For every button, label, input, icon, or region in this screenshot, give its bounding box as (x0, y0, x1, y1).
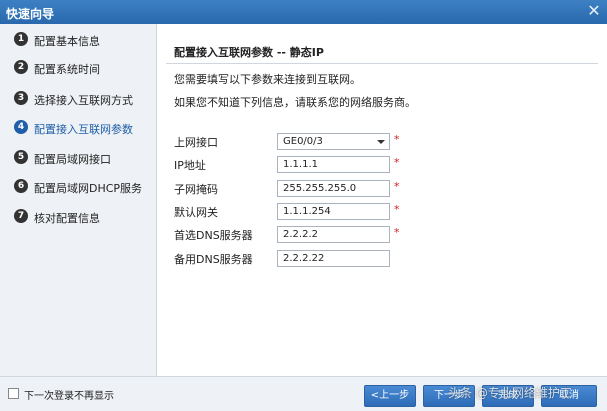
step-label: 配置系统时间 (34, 63, 100, 76)
step-number-badge: 6 (14, 179, 28, 193)
required-marker: * (394, 133, 400, 146)
chevron-down-icon (377, 140, 385, 144)
gateway-label: 默认网关 (174, 206, 218, 219)
dns1-label: 首选DNS服务器 (174, 229, 253, 242)
step-label: 配置局域网接口 (34, 153, 111, 166)
step-item-basic-info: 1 配置基本信息 (0, 29, 156, 51)
required-marker: * (394, 156, 400, 169)
page-title: 配置接入互联网参数 -- 静态IP (174, 46, 324, 59)
title-bar: 快速向导 ✕ (0, 0, 607, 24)
info-text-2: 如果您不知道下列信息，请联系您的网络服务商。 (174, 96, 416, 109)
main-panel: 配置接入互联网参数 -- 静态IP 您需要填写以下参数来连接到互联网。 如果您不… (158, 24, 607, 376)
required-marker: * (394, 203, 400, 216)
step-label: 核对配置信息 (34, 212, 100, 225)
step-label: 配置局域网DHCP服务 (34, 182, 143, 195)
step-number-badge: 3 (14, 91, 28, 105)
step-number-badge: 2 (14, 60, 28, 74)
step-item-internet-mode: 3 选择接入互联网方式 (0, 88, 156, 110)
step-number-badge: 5 (14, 150, 28, 164)
required-marker: * (394, 180, 400, 193)
step-number-badge: 1 (14, 32, 28, 46)
info-text-1: 您需要填写以下参数来连接到互联网。 (174, 73, 361, 86)
required-marker: * (394, 226, 400, 239)
step-item-lan-dhcp: 6 配置局域网DHCP服务 (0, 176, 156, 198)
uplink-label: 上网接口 (174, 136, 218, 149)
secondary-dns-input[interactable]: 2.2.2.22 (277, 250, 390, 267)
step-label: 配置接入互联网参数 (34, 123, 133, 136)
step-item-system-time: 2 配置系统时间 (0, 57, 156, 79)
primary-dns-input[interactable]: 2.2.2.2 (277, 226, 390, 243)
default-gateway-input[interactable]: 1.1.1.254 (277, 203, 390, 220)
step-item-internet-params: 4 配置接入互联网参数 (0, 117, 156, 139)
prev-button[interactable]: <上一步 (364, 385, 416, 407)
step-number-badge: 4 (14, 120, 28, 134)
uplink-select-value: GE0/0/3 (283, 136, 323, 147)
window-title: 快速向导 (6, 7, 55, 21)
step-item-review: 7 核对配置信息 (0, 206, 156, 228)
step-label: 选择接入互联网方式 (34, 94, 133, 107)
step-number-badge: 7 (14, 209, 28, 223)
step-label: 配置基本信息 (34, 35, 100, 48)
watermark-text: 头条 @专业网络维护工 (448, 386, 572, 400)
divider (166, 63, 598, 64)
subnet-mask-input[interactable]: 255.255.255.0 (277, 180, 390, 197)
wizard-steps-sidebar: 1 配置基本信息 2 配置系统时间 3 选择接入互联网方式 4 配置接入互联网参… (0, 24, 157, 376)
mask-label: 子网掩码 (174, 183, 218, 196)
uplink-select[interactable]: GE0/0/3 (277, 133, 390, 150)
close-icon[interactable]: ✕ (583, 0, 605, 22)
dns2-label: 备用DNS服务器 (174, 253, 253, 266)
step-item-lan-interface: 5 配置局域网接口 (0, 147, 156, 169)
ip-address-input[interactable]: 1.1.1.1 (277, 156, 390, 173)
ip-label: IP地址 (174, 159, 206, 172)
dont-show-again-checkbox[interactable] (8, 388, 19, 399)
dont-show-again-label: 下一次登录不再显示 (24, 391, 114, 402)
